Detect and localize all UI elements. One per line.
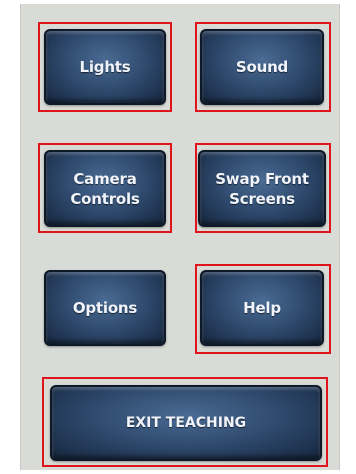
swap-front-screens-button-label: Swap Front Screens [215,169,309,208]
camera-controls-button[interactable]: Camera Controls [44,150,166,227]
help-button-label: Help [243,299,281,317]
sound-button[interactable]: Sound [200,29,324,105]
camera-controls-button-label: Camera Controls [70,169,140,208]
lights-button-label: Lights [79,58,131,76]
options-button[interactable]: Options [44,270,166,346]
sound-button-label: Sound [235,58,289,76]
swap-front-screens-button[interactable]: Swap Front Screens [198,150,326,227]
options-button-label: Options [72,299,138,317]
lights-button[interactable]: Lights [44,29,166,105]
exit-teaching-button[interactable]: EXIT TEACHING [50,385,322,461]
help-button[interactable]: Help [200,270,324,346]
exit-teaching-button-label: EXIT TEACHING [125,415,247,431]
